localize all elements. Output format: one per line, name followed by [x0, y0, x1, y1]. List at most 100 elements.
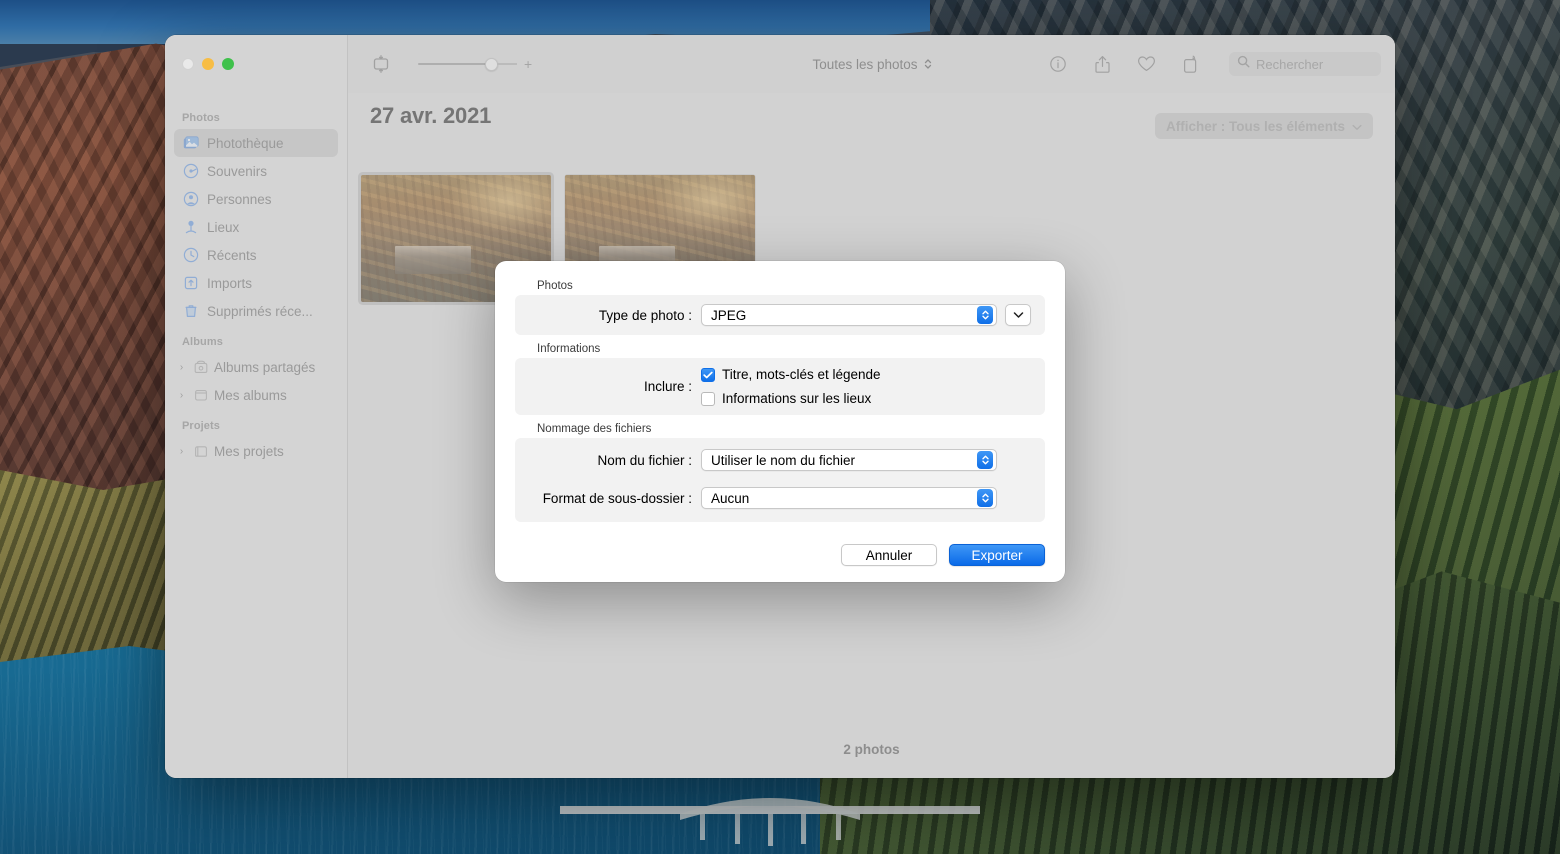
file-name-row: Nom du fichier : Utiliser le nom du fich…	[529, 449, 1031, 471]
chevron-right-icon[interactable]: ›	[176, 362, 187, 373]
sidebar-item-récents[interactable]: Récents	[174, 241, 338, 269]
wallpaper-bridge-icon	[560, 798, 980, 846]
sidebar-item-label: Albums partagés	[214, 359, 316, 375]
file-name-value: Utiliser le nom du fichier	[711, 452, 856, 468]
sidebar-item-label: Mes projets	[214, 443, 284, 459]
subfolder-format-row: Format de sous-dossier : Aucun	[529, 487, 1031, 509]
checkbox-label: Informations sur les lieux	[722, 391, 872, 406]
favorite-icon[interactable]	[1131, 51, 1161, 77]
album-icon	[192, 387, 209, 404]
sidebar-section-projets-title: Projets	[182, 420, 220, 432]
export-dialog: Photos Type de photo : JPEG Informations…	[495, 261, 1065, 582]
sidebar-item-label: Personnes	[207, 191, 272, 207]
filter-dropdown-button[interactable]: Afficher : Tous les éléments	[1154, 113, 1373, 139]
stepper-updown-icon[interactable]	[977, 306, 993, 324]
status-bar: 2 photos	[348, 720, 1395, 778]
checkbox-label: Titre, mots-clés et légende	[722, 367, 881, 382]
toolbar-actions: Rechercher	[1043, 51, 1381, 77]
chevron-down-icon	[1013, 306, 1024, 324]
sidebar-item-mes-albums[interactable]: › Mes albums	[174, 381, 338, 409]
places-pin-icon	[182, 219, 199, 236]
chevron-updown-icon	[924, 58, 932, 70]
view-mode-popup[interactable]: Toutes les photos	[802, 53, 940, 76]
group-box-file-naming: Nom du fichier : Utiliser le nom du fich…	[515, 438, 1045, 522]
sidebar-section-photos-title: Photos	[182, 112, 220, 124]
maximize-window-button[interactable]	[222, 58, 234, 70]
trash-icon	[182, 303, 199, 320]
search-input[interactable]: Rechercher	[1229, 52, 1381, 76]
sidebar-item-mes-projets[interactable]: › Mes projets	[174, 437, 338, 465]
cancel-button[interactable]: Annuler	[841, 544, 937, 566]
subfolder-format-select[interactable]: Aucun	[701, 487, 997, 509]
include-row: Inclure : Titre, mots-clés et légende In…	[529, 367, 1031, 406]
photo-type-value: JPEG	[711, 307, 747, 323]
group-box-photos: Type de photo : JPEG	[515, 295, 1045, 335]
sidebar-item-label: Imports	[207, 275, 253, 291]
sidebar-item-label: Récents	[207, 247, 257, 263]
memories-icon	[182, 163, 199, 180]
photo-type-disclosure-button[interactable]	[1005, 304, 1031, 326]
rotate-icon[interactable]	[1175, 51, 1205, 77]
photo-library-icon	[182, 135, 199, 152]
photo-type-row: Type de photo : JPEG	[529, 304, 1031, 326]
checkbox-location-info[interactable]	[701, 391, 715, 406]
zoom-slider[interactable]: +	[418, 57, 532, 71]
sidebar-item-imports[interactable]: Imports	[174, 269, 338, 297]
content-header: Afficher : Tous les éléments 27 avr. 202…	[348, 93, 1395, 155]
sidebar-item-label: Souvenirs	[207, 163, 268, 179]
chevron-down-icon	[1352, 119, 1362, 134]
photo-type-select[interactable]: JPEG	[701, 304, 997, 326]
shared-album-icon	[192, 359, 209, 376]
titlebar-right: + Toutes les photos Rechercher	[348, 35, 1395, 93]
group-title-file-naming: Nommage des fichiers	[537, 423, 652, 435]
sidebar-section-albums-title: Albums	[182, 336, 223, 348]
checkbox-row-title-keywords[interactable]: Titre, mots-clés et légende	[701, 367, 1031, 382]
sidebar-item-souvenirs[interactable]: Souvenirs	[174, 157, 338, 185]
sidebar: Photos Photothèque Souvenirs Personnes L…	[165, 93, 348, 778]
subfolder-format-value: Aucun	[711, 490, 750, 506]
stepper-updown-icon[interactable]	[977, 489, 993, 507]
desktop-wallpaper: + Toutes les photos Rechercher Photos Ph…	[0, 0, 1560, 854]
sidebar-item-label: Mes albums	[214, 387, 287, 403]
checkbox-row-location-info[interactable]: Informations sur les lieux	[701, 391, 1031, 406]
aspect-icon[interactable]	[366, 51, 396, 77]
share-icon[interactable]	[1087, 51, 1117, 77]
export-button[interactable]: Exporter	[949, 544, 1045, 566]
clock-icon	[182, 247, 199, 264]
close-window-button[interactable]	[182, 58, 194, 70]
traffic-lights	[182, 58, 234, 70]
window-titlebar: + Toutes les photos Rechercher	[165, 35, 1395, 93]
group-box-informations: Inclure : Titre, mots-clés et légende In…	[515, 358, 1045, 415]
subfolder-format-label: Format de sous-dossier :	[542, 490, 692, 506]
zoom-slider-track-right	[497, 63, 517, 65]
info-icon[interactable]	[1043, 51, 1073, 77]
search-placeholder: Rechercher	[1256, 56, 1324, 72]
zoom-slider-track	[418, 63, 486, 65]
file-name-select[interactable]: Utiliser le nom du fichier	[701, 449, 997, 471]
import-icon	[182, 275, 199, 292]
sidebar-item-label: Photothèque	[207, 135, 284, 151]
file-name-label: Nom du fichier :	[597, 452, 692, 468]
minimize-window-button[interactable]	[202, 58, 214, 70]
sidebar-item-label: Lieux	[207, 219, 240, 235]
sidebar-item-label: Supprimés réce...	[207, 303, 313, 319]
checkbox-title-keywords[interactable]	[701, 367, 715, 382]
group-title-informations: Informations	[537, 343, 601, 355]
filter-dropdown-label: Afficher : Tous les éléments	[1165, 118, 1345, 134]
sidebar-item-albums-partages[interactable]: › Albums partagés	[174, 353, 338, 381]
titlebar-left	[165, 35, 348, 93]
sidebar-item-lieux[interactable]: Lieux	[174, 213, 338, 241]
stepper-updown-icon[interactable]	[977, 451, 993, 469]
chevron-right-icon[interactable]: ›	[176, 446, 187, 457]
dialog-buttons: Annuler Exporter	[515, 522, 1045, 566]
photo-type-label: Type de photo :	[598, 307, 692, 323]
sidebar-item-supprimés-récemment[interactable]: Supprimés réce...	[174, 297, 338, 325]
people-icon	[182, 191, 199, 208]
photo-count-label: 2 photos	[843, 741, 900, 757]
include-label: Inclure :	[643, 379, 692, 394]
sidebar-item-personnes[interactable]: Personnes	[174, 185, 338, 213]
sidebar-item-photothèque[interactable]: Photothèque	[174, 129, 338, 157]
chevron-right-icon[interactable]: ›	[176, 390, 187, 401]
